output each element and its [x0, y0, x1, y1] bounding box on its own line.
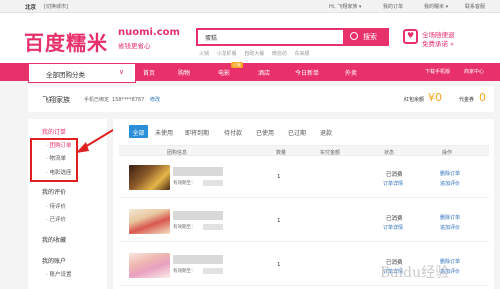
site-slogan: 省钱更省心: [118, 42, 151, 50]
nav-badge: 订座: [231, 62, 243, 68]
nav-item-takeout[interactable]: 外卖: [345, 68, 357, 77]
order-quantity: 1: [277, 262, 281, 268]
deal-title-blurred[interactable]: [173, 211, 223, 220]
table-row: 有效期至： 1 已消费 订单详情 删除订单 追加评价: [119, 203, 489, 242]
expiry-label: 有效期至：: [173, 181, 196, 186]
category-dropdown[interactable]: 全部团购分类 ∨: [28, 63, 136, 83]
nav-item-shopping[interactable]: 购物: [178, 68, 190, 77]
redbag-label: 红包余额: [404, 97, 425, 103]
tab-unused[interactable]: 未使用: [155, 125, 173, 138]
column-header: 操作: [442, 150, 453, 156]
voucher-label: 代金券: [459, 97, 475, 103]
voucher-amount[interactable]: 0: [479, 91, 486, 104]
nav-item-hotel[interactable]: 酒店: [258, 68, 270, 77]
sidebar-heading-favorites[interactable]: 我的收藏: [42, 235, 66, 244]
add-review-link[interactable]: 追加评价: [440, 180, 460, 187]
customer-service-link[interactable]: 联系客服: [465, 3, 485, 10]
deal-title-blurred[interactable]: [173, 255, 223, 264]
column-header: 实付金额: [320, 150, 341, 156]
hot-word[interactable]: 微信坊: [272, 51, 287, 57]
my-orders-link[interactable]: 我的订单: [383, 3, 403, 10]
hot-word[interactable]: 火锅: [199, 51, 209, 57]
tab-expired[interactable]: 已过期: [288, 125, 306, 138]
user-greeting-menu[interactable]: Hi, 飞翔家族 ▾: [329, 3, 361, 10]
order-status: 已消费: [386, 216, 403, 222]
switch-city-link[interactable]: [切换城市]: [44, 3, 68, 10]
search-input[interactable]: 蛋糕: [196, 28, 345, 46]
tab-all[interactable]: 全部: [129, 125, 148, 138]
tab-used[interactable]: 已使用: [256, 125, 274, 138]
sidebar-item-account-settings[interactable]: · 账户设置: [46, 270, 72, 278]
order-detail-link[interactable]: 订单详情: [383, 224, 403, 231]
nav-item-new-deals[interactable]: 今日新单: [295, 68, 319, 77]
column-header: 状态: [384, 150, 395, 156]
order-status: 已消费: [386, 172, 403, 178]
phone-number: 158****8787: [112, 97, 145, 103]
column-header: 团购信息: [167, 150, 188, 156]
expiry-date-blurred: [203, 180, 223, 186]
expiry-date-blurred: [203, 268, 223, 274]
redbag-amount[interactable]: ¥0: [428, 91, 442, 104]
highlight-box: [30, 138, 78, 182]
expiry-label: 有效期至：: [173, 225, 196, 230]
phone-status: 手机已绑定 158****8787: [84, 97, 145, 103]
site-logo[interactable]: 百度糯米: [24, 27, 108, 56]
deal-title-blurred[interactable]: [173, 167, 223, 176]
hot-word[interactable]: 小龙虾餐: [217, 51, 237, 57]
user-info-bar: 飞翔家族 手机已绑定 158****8787 修改 红包余额 ¥0 代金券 0: [28, 86, 494, 112]
deal-thumbnail[interactable]: [129, 209, 170, 234]
delete-order-link[interactable]: 删除订单: [440, 170, 460, 177]
order-detail-link[interactable]: 订单详情: [383, 180, 403, 187]
merchant-center-link[interactable]: 商家中心: [464, 68, 484, 75]
expiry-date-blurred: [203, 224, 223, 230]
table-row: 有效期至： 1 已消费 订单详情 删除订单 追加评价: [119, 159, 489, 198]
sidebar-heading-orders[interactable]: 我的订单: [42, 127, 66, 136]
search-icon: [350, 32, 358, 40]
sidebar-item-reviewed[interactable]: · 已评价: [46, 215, 66, 223]
tab-expiring[interactable]: 即将到期: [185, 125, 209, 138]
my-nuomi-menu[interactable]: 我的糯米 ▾: [424, 3, 448, 10]
expiry-label: 有效期至：: [173, 269, 196, 274]
tab-unpaid[interactable]: 待付款: [224, 125, 242, 138]
chevron-down-icon: ∨: [119, 68, 125, 76]
deal-thumbnail[interactable]: [129, 253, 170, 278]
order-quantity: 1: [277, 218, 281, 224]
tab-refund[interactable]: 退款: [320, 125, 332, 138]
category-dropdown-label: 全部团购分类: [46, 71, 85, 79]
search-button[interactable]: 搜索: [343, 28, 389, 46]
site-header: 百度糯米 nuomi.com 省钱更省心 蛋糕 搜索 火锅 小龙虾餐 自助大餐 …: [0, 13, 500, 63]
sidebar-heading-account[interactable]: 我的账户: [42, 256, 66, 265]
orders-table-header: 团购信息 数量 实付金额 状态 操作: [119, 145, 489, 156]
site-logo-en: nuomi.com: [118, 27, 180, 38]
top-bar: 北京 [切换城市] Hi, 飞翔家族 ▾ 我的订单 我的糯米 ▾ 联系客服: [0, 0, 500, 13]
user-name: 飞翔家族: [42, 96, 70, 104]
baidu-jingyan-watermark: Baidu经验: [380, 265, 450, 281]
hot-search-words: 火锅 小龙虾餐 自助大餐 微信坊 东来顺: [199, 50, 315, 57]
search-button-label: 搜索: [363, 33, 377, 41]
add-review-link[interactable]: 追加评价: [440, 224, 460, 231]
download-app-link[interactable]: 下载手机版: [425, 68, 450, 75]
sidebar-item-pending-review[interactable]: · 待评价: [46, 202, 66, 210]
hot-word[interactable]: 自助大餐: [244, 51, 264, 57]
delete-order-link[interactable]: 删除订单: [440, 214, 460, 221]
main-nav: 全部团购分类 ∨ 首页 购物 电影 订座 酒店 今日新单 外卖 下载手机版 商家…: [0, 62, 500, 83]
deal-thumbnail[interactable]: [129, 165, 170, 190]
modify-phone-link[interactable]: 修改: [150, 96, 160, 103]
hot-word[interactable]: 东来顺: [294, 51, 309, 57]
column-header: 数量: [276, 150, 287, 156]
nav-item-home[interactable]: 首页: [143, 68, 155, 77]
refund-promise-icon: [403, 29, 418, 44]
nav-item-movie[interactable]: 电影: [218, 68, 230, 77]
order-quantity: 1: [277, 174, 281, 180]
search-input-value: 蛋糕: [205, 35, 218, 42]
sidebar-heading-reviews[interactable]: 我的评价: [42, 187, 66, 196]
promo-line-2[interactable]: 免费承诺 »: [422, 38, 454, 48]
city-label: 北京: [25, 5, 37, 11]
